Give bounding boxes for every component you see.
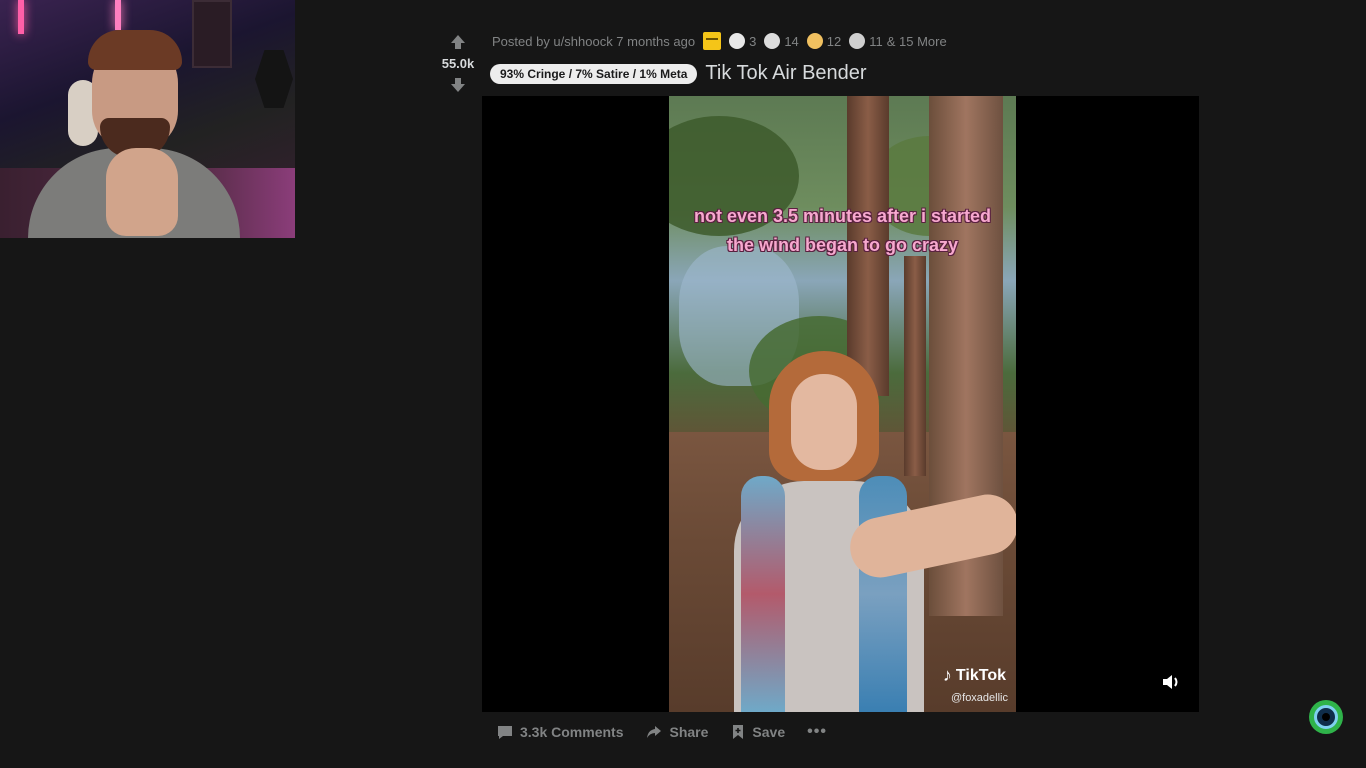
tiktok-brand: TikTok <box>955 666 1006 684</box>
streamer-hand <box>106 148 178 236</box>
person-face <box>791 374 857 470</box>
downvote-button[interactable] <box>448 75 468 95</box>
gold-award-icon[interactable] <box>703 32 722 50</box>
share-label: Share <box>669 724 709 740</box>
channel-eye-logo-icon <box>1309 700 1343 734</box>
speaker-icon <box>1163 675 1178 689</box>
downvote-arrow-icon <box>451 78 465 92</box>
award-item[interactable]: 14 <box>764 33 799 49</box>
more-awards-link[interactable]: & 15 More <box>887 34 947 49</box>
more-options-button[interactable]: ••• <box>807 723 827 741</box>
neon-light <box>18 0 24 34</box>
rocket-like-award-icon <box>729 33 746 49</box>
comments-label: 3.3k Comments <box>520 724 624 740</box>
upvote-button[interactable] <box>448 32 468 52</box>
vote-score: 55.0k <box>441 56 475 71</box>
video-frame[interactable]: not even 3.5 minutes after i started the… <box>669 96 1016 712</box>
tiktok-handle: @foxadellic <box>950 692 1008 704</box>
post-title-row: 93% Cringe / 7% Satire / 1% Meta Tik Tok… <box>490 62 867 85</box>
comments-button[interactable]: 3.3k Comments <box>496 723 623 741</box>
posted-by-text[interactable]: Posted by u/shhoock 7 months ago <box>492 34 695 49</box>
post-meta: Posted by u/shhoock 7 months ago 3 14 12… <box>492 31 947 51</box>
save-button[interactable]: Save <box>730 723 785 741</box>
video-player[interactable]: not even 3.5 minutes after i started the… <box>482 96 1199 712</box>
comment-icon <box>498 726 512 739</box>
bookmark-plus-icon <box>733 725 744 739</box>
tree-trunk <box>904 256 926 476</box>
wall-frame <box>192 0 232 68</box>
post-action-bar: 3.3k Comments Share Save ••• <box>496 720 849 744</box>
tiktok-watermark: ♪ TikTok <box>943 665 1006 686</box>
post-title[interactable]: Tik Tok Air Bender <box>705 62 866 85</box>
share-button[interactable]: Share <box>645 723 708 741</box>
volume-button[interactable] <box>1159 670 1183 694</box>
streamer-hair <box>88 30 182 70</box>
tiktok-note-icon: ♪ <box>942 665 952 685</box>
wall-hexagon <box>255 50 293 108</box>
silver-award-icon <box>849 33 866 49</box>
award-item[interactable]: 3 <box>729 33 756 49</box>
upvote-arrow-icon <box>451 35 465 49</box>
save-label: Save <box>752 724 786 740</box>
post-flair[interactable]: 93% Cringe / 7% Satire / 1% Meta <box>490 63 698 84</box>
scarf <box>741 476 785 712</box>
share-arrow-icon <box>647 726 662 738</box>
wholesome-award-icon <box>764 33 781 49</box>
neon-light <box>115 0 121 30</box>
helpful-award-icon <box>806 33 823 49</box>
vote-column: 55.0k <box>434 32 482 95</box>
award-item[interactable]: 12 <box>806 33 841 49</box>
award-item[interactable]: 11 <box>849 33 883 49</box>
video-caption: not even 3.5 minutes after i started the… <box>693 206 992 255</box>
webcam-overlay <box>0 0 295 238</box>
